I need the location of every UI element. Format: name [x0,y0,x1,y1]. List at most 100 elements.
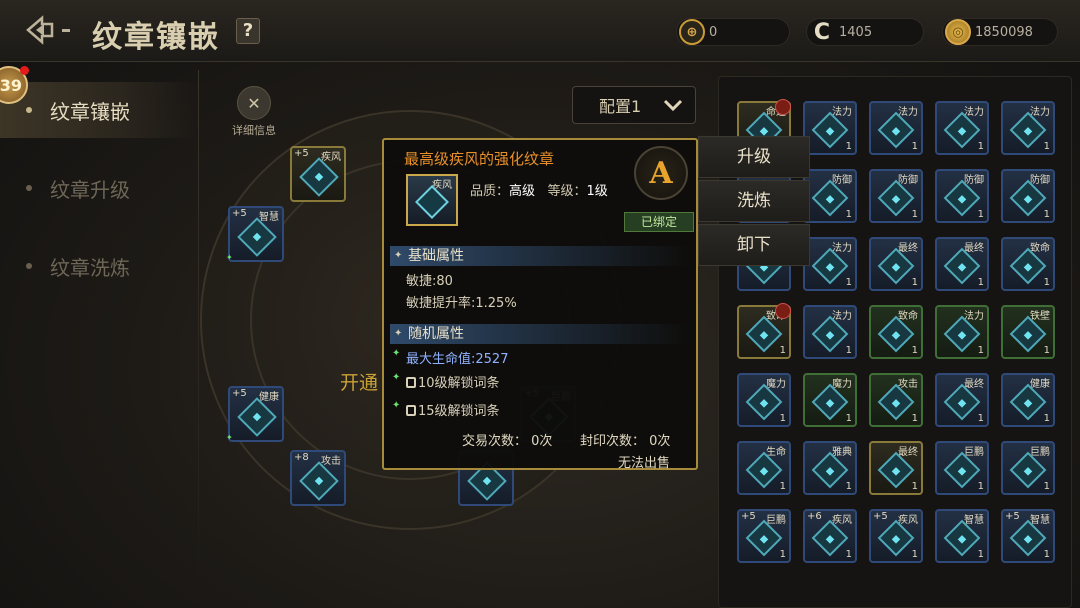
notification-dot-icon [20,66,29,75]
trade-count: 交易次数： 0次 [462,434,553,449]
slot-count: 1 [977,141,984,152]
slot-count: 1 [845,413,852,424]
slot-rune-tag: 健康 [259,392,279,403]
bullet-icon [26,107,32,113]
quality-value: 高级 [509,184,536,199]
crossed-tools-icon: ✕ [237,86,271,120]
inventory-rune-slot[interactable]: 法力 1 [935,305,989,359]
inventory-rune-slot[interactable]: 魔力 1 [803,373,857,427]
inventory-rune-slot[interactable]: 最终 1 [869,237,923,291]
level-value: 1级 [586,184,608,199]
inventory-rune-slot[interactable]: 智慧 1 [935,509,989,563]
inventory-rune-slot[interactable]: 最终 1 [935,373,989,427]
inventory-rune-slot[interactable]: 攻击 1 [869,373,923,427]
random-attribute-text: 15级解锁词条 [418,404,500,419]
sidebar-divider [198,70,199,600]
c-coin-icon: C [813,19,831,45]
slot-plus-level: +5 [741,511,756,522]
inventory-rune-slot[interactable]: 健康 1 [1001,373,1055,427]
currency-value: 1850098 [975,24,1033,40]
unequip-button[interactable]: 卸下 [698,224,810,266]
upgrade-button[interactable]: 升级 [698,136,810,178]
inventory-rune-slot[interactable]: 法力 1 [935,101,989,155]
inventory-rune-slot[interactable]: 防御 1 [869,169,923,223]
sidebar-item-upgrade[interactable]: 纹章升级 [0,160,200,216]
slot-plus-level: +5 [1005,511,1020,522]
inventory-rune-slot[interactable]: 最终 1 [869,441,923,495]
inventory-rune-slot[interactable]: 铁壁 1 [1001,305,1055,359]
inventory-rune-slot[interactable]: 法力 1 [803,237,857,291]
bullet-icon [26,185,32,191]
slot-count: 1 [1043,209,1050,220]
slot-plus-level: +6 [807,511,822,522]
slot-plus-level: +5 [232,208,247,219]
inventory-rune-slot[interactable]: +5 巨鹏 1 [737,509,791,563]
inventory-rune-slot[interactable]: 致命 1 [737,303,791,359]
slot-count: 1 [1043,141,1050,152]
currency-c: C 1405 [806,18,924,46]
back-button[interactable] [24,12,76,48]
rune-gem-icon [237,217,277,257]
inventory-rune-slot[interactable]: 法力 1 [1001,101,1055,155]
slot-count: 1 [779,549,786,560]
slot-count: 1 [977,277,984,288]
slot-count: 1 [977,549,984,560]
grade-badge: A [634,146,688,200]
rune-gem-icon [299,157,339,197]
sidebar-item-refine[interactable]: 纹章洗炼 [0,238,200,294]
inventory-rune-slot[interactable]: 雅典 1 [803,441,857,495]
random-attribute-text: 最大生命值:2527 [406,352,509,367]
currency-value: 0 [709,24,718,40]
slot-plus-level: +5 [232,388,247,399]
base-attribute-line: 敏捷:80 [406,274,453,289]
equipped-badge-icon [775,303,791,319]
inventory-rune-slot[interactable]: 法力 1 [803,305,857,359]
slot-count: 1 [845,277,852,288]
inventory-rune-slot[interactable]: 致命 1 [1001,237,1055,291]
inventory-rune-slot[interactable]: 法力 1 [803,101,857,155]
detail-info-button[interactable]: ✕ 详细信息 [224,86,284,137]
refine-button[interactable]: 洗炼 [698,180,810,222]
help-button[interactable]: ? [236,18,260,44]
random-attribute-text: 10级解锁词条 [418,376,500,391]
inventory-rune-slot[interactable]: 最终 1 [935,237,989,291]
slot-count: 1 [845,209,852,220]
slot-count: 1 [779,413,786,424]
page-title: 纹章镶嵌 [92,20,220,55]
sidebar-item-inlay[interactable]: 纹章镶嵌 [0,82,200,138]
inventory-rune-slot[interactable]: 防御 1 [1001,169,1055,223]
inventory-rune-slot[interactable]: 防御 1 [803,169,857,223]
rune-slot[interactable]: +5 智慧 ✦ [226,206,284,262]
inventory-rune-slot[interactable]: +6 疾风 1 [803,509,857,563]
slot-count: 1 [911,277,918,288]
inventory-rune-slot[interactable]: +5 智慧 1 [1001,509,1055,563]
slot-rune-tag: 智慧 [259,212,279,223]
quality-label: 品质： [470,184,510,199]
inventory-rune-slot[interactable]: 巨鹏 1 [1001,441,1055,495]
config-dropdown[interactable]: 配置1 [572,86,696,124]
inventory-rune-slot[interactable]: 致命 1 [869,305,923,359]
inventory-rune-slot[interactable]: +5 疾风 1 [869,509,923,563]
inventory-rune-slot[interactable]: 法力 1 [869,101,923,155]
inventory-rune-slot[interactable]: 生命 1 [737,441,791,495]
star-icon: ✦ [226,433,233,442]
rune-tooltip: 最高级疾风的强化纹章 疾风 品质：高级 等级：1级 A 已绑定 基础属性 敏捷:… [382,138,698,471]
inventory-rune-slot[interactable]: 魔力 1 [737,373,791,427]
slot-count: 1 [1043,549,1050,560]
inventory-rune-slot[interactable]: 防御 1 [935,169,989,223]
slot-plus-level: +8 [294,452,309,463]
rune-slot[interactable]: +5 健康 ✦ [226,386,284,442]
star-icon: ✦ [392,400,401,411]
inventory-rune-slot[interactable]: 巨鹏 1 [935,441,989,495]
equipped-badge-icon [775,99,791,115]
slot-rune-tag: 疾风 [321,152,341,163]
rune-quality-level: 品质：高级 等级：1级 [470,180,608,199]
slot-count: 1 [977,481,984,492]
unsellable-label: 无法出售 [618,456,671,471]
rune-slot[interactable]: +8 攻击 [290,450,346,506]
sidebar-item-label: 纹章镶嵌 [50,99,130,124]
random-attribute-line: ✦ 15级解锁词条 [392,400,500,419]
rune-slot[interactable]: +5 疾风 [290,146,346,202]
chevron-down-icon [663,99,683,112]
random-attribute-line: ✦ 最大生命值:2527 [392,348,509,367]
